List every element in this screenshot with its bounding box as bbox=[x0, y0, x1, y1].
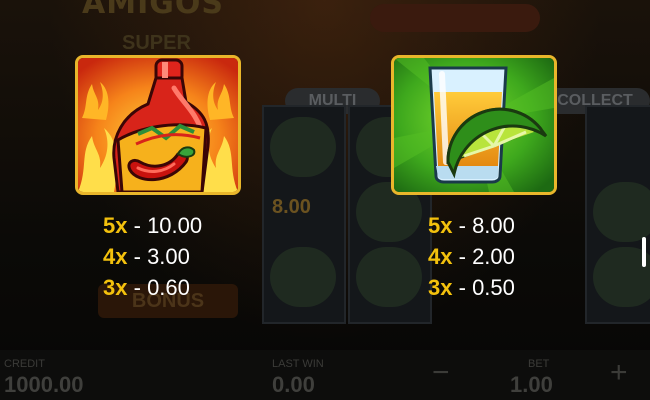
payout-multiplier: 4x bbox=[428, 244, 453, 269]
background-coin-value: 8.00 bbox=[272, 196, 311, 218]
background-reel-symbol bbox=[270, 117, 336, 177]
background-reel-symbol bbox=[356, 247, 422, 307]
payout-value: 10.00 bbox=[147, 213, 203, 238]
credit-label: CREDIT bbox=[4, 358, 45, 370]
payout-value: 3.00 bbox=[147, 244, 190, 269]
last-win-label: LAST WIN bbox=[272, 358, 324, 370]
background-title-sub: SUPER bbox=[122, 32, 191, 54]
payout-dash: - bbox=[133, 275, 148, 300]
background-feature-banner bbox=[370, 4, 540, 32]
paytable-tequila: 5x - 8.00 4x - 2.00 3x - 0.50 bbox=[428, 210, 515, 303]
payout-row: 3x - 0.50 bbox=[428, 272, 515, 303]
symbol-hot-sauce bbox=[75, 55, 241, 195]
bet-value: 1.00 bbox=[510, 372, 553, 397]
tequila-shot-lime-icon bbox=[394, 58, 554, 192]
payout-multiplier: 3x bbox=[103, 275, 128, 300]
payout-dash: - bbox=[458, 244, 473, 269]
payout-dash: - bbox=[133, 213, 148, 238]
payout-multiplier: 5x bbox=[103, 213, 128, 238]
background-reel-symbol bbox=[593, 182, 650, 242]
payout-row: 4x - 3.00 bbox=[103, 241, 202, 272]
payout-row: 5x - 10.00 bbox=[103, 210, 202, 241]
credit-value: 1000.00 bbox=[4, 372, 84, 397]
payout-multiplier: 4x bbox=[103, 244, 128, 269]
bet-decrease-icon: − bbox=[432, 356, 450, 389]
scrollbar-thumb[interactable] bbox=[642, 237, 646, 267]
payout-dash: - bbox=[133, 244, 148, 269]
last-win-value: 0.00 bbox=[272, 372, 315, 397]
background-reel bbox=[585, 105, 650, 324]
payout-row: 5x - 8.00 bbox=[428, 210, 515, 241]
payout-value: 8.00 bbox=[472, 213, 515, 238]
bet-label: BET bbox=[528, 358, 550, 370]
payout-value: 2.00 bbox=[472, 244, 515, 269]
bet-increase-icon: + bbox=[610, 356, 628, 389]
payout-dash: - bbox=[458, 275, 473, 300]
payout-row: 4x - 2.00 bbox=[428, 241, 515, 272]
payout-multiplier: 3x bbox=[428, 275, 453, 300]
symbol-tequila bbox=[391, 55, 557, 195]
payout-value: 0.60 bbox=[147, 275, 190, 300]
payout-dash: - bbox=[458, 213, 473, 238]
hot-sauce-bottle-icon bbox=[78, 58, 238, 192]
payout-value: 0.50 bbox=[472, 275, 515, 300]
background-reel-symbol bbox=[270, 247, 336, 307]
payout-multiplier: 5x bbox=[428, 213, 453, 238]
background-game-title: AMIGOS bbox=[82, 0, 224, 21]
payout-row: 3x - 0.60 bbox=[103, 272, 202, 303]
paytable-hot-sauce: 5x - 10.00 4x - 3.00 3x - 0.60 bbox=[103, 210, 202, 303]
